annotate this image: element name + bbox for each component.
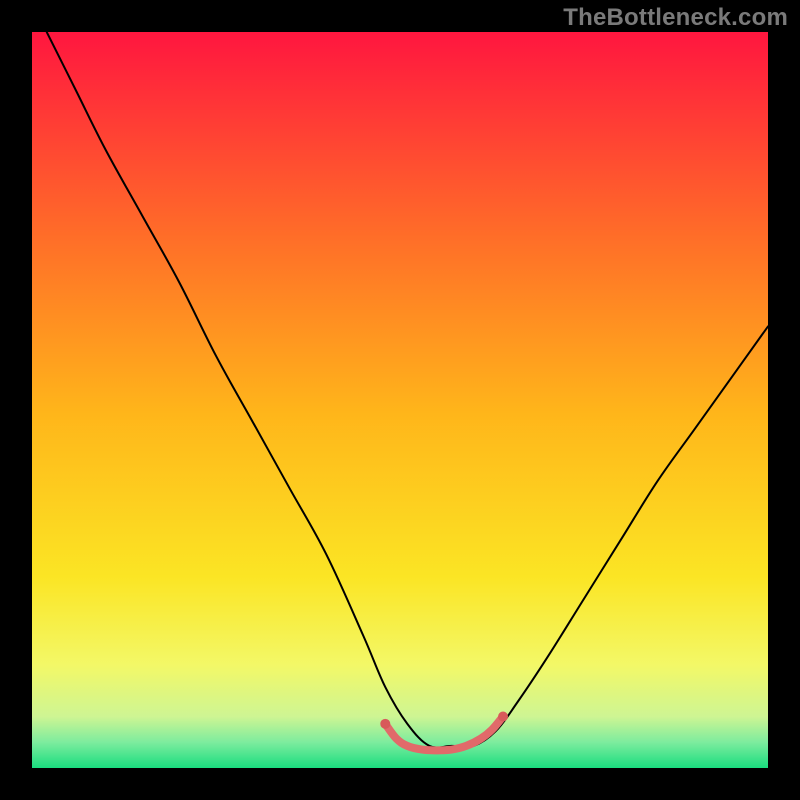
plot-area [32,32,768,768]
valley-dot [498,711,508,721]
gradient-background [32,32,768,768]
watermark-text: TheBottleneck.com [563,4,788,32]
chart-svg [32,32,768,768]
chart-frame: TheBottleneck.com [0,0,800,800]
valley-dot [380,719,390,729]
